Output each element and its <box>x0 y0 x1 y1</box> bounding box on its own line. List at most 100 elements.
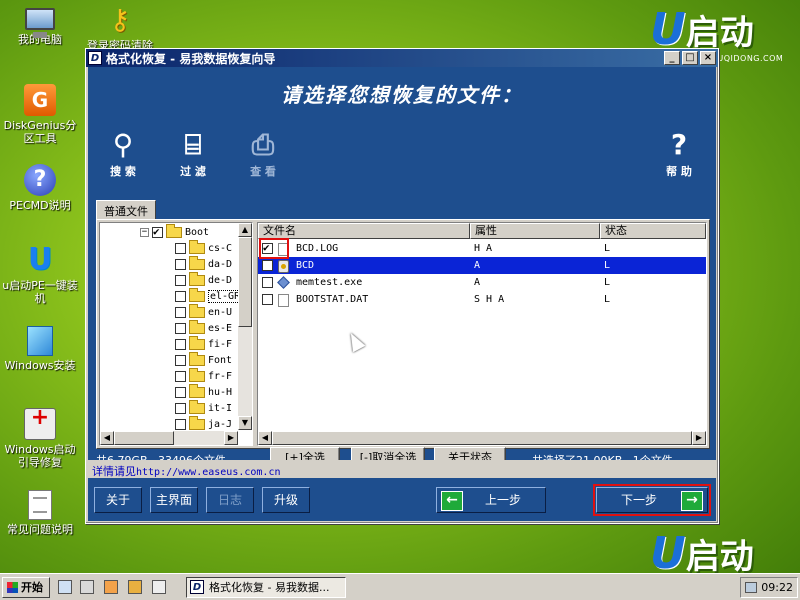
tree-horizontal-scrollbar[interactable]: ◀ ▶ <box>100 431 238 445</box>
scroll-right-icon[interactable]: ▶ <box>692 431 706 445</box>
file-panel: − Boot cs-C da-D de-D el-GR en-U es-E fi… <box>96 219 710 449</box>
file-checkbox[interactable] <box>262 277 273 288</box>
log-button[interactable]: 日志 <box>206 487 254 513</box>
tree-node[interactable]: en-U <box>175 303 232 320</box>
folder-icon <box>189 303 205 318</box>
desktop-icon-label: Windows启动引导修复 <box>4 443 76 469</box>
clock[interactable]: 09:22 <box>761 581 793 594</box>
desktop-icon-windows-setup[interactable]: Windows安装 <box>0 326 80 372</box>
network-icon[interactable] <box>745 582 757 593</box>
column-header-status[interactable]: 状态 <box>600 223 706 239</box>
collapse-icon[interactable]: − <box>140 227 149 237</box>
system-tray: 09:22 <box>740 577 798 598</box>
search-button[interactable]: ⚲ 搜 索 <box>98 127 148 179</box>
scroll-right-icon[interactable]: ▶ <box>224 431 238 445</box>
filter-button[interactable]: ⌸ 过 滤 <box>168 127 218 179</box>
desktop-icon-my-computer[interactable]: 我的电脑 <box>0 4 80 46</box>
start-button[interactable]: 开始 <box>2 577 50 598</box>
file-row[interactable]: memtest.exe A L <box>258 274 706 291</box>
scroll-left-icon[interactable]: ◀ <box>100 431 114 445</box>
tree-node[interactable]: cs-C <box>175 239 232 256</box>
desktop-icon-faq[interactable]: 常见问题说明 <box>0 490 80 536</box>
desktop-icon-pecmd[interactable]: ? PECMD说明 <box>0 164 80 212</box>
tree-node[interactable]: fi-F <box>175 335 232 352</box>
file-row[interactable]: BCD.LOG H A L <box>258 240 706 257</box>
tree-checkbox[interactable] <box>175 354 186 366</box>
tree-checkbox[interactable] <box>175 274 186 286</box>
system-file-icon <box>278 260 289 273</box>
tree-node[interactable]: ja-J <box>175 415 232 432</box>
eraser-icon[interactable] <box>152 580 166 594</box>
folder-icon <box>189 367 205 382</box>
tree-node[interactable]: fr-F <box>175 367 232 384</box>
about-button[interactable]: 关于 <box>94 487 142 513</box>
file-row[interactable]: BOOTSTAT.DAT S H A L <box>258 291 706 308</box>
scroll-thumb[interactable] <box>272 431 692 445</box>
tree-node[interactable]: hu-H <box>175 383 232 400</box>
tree-node[interactable]: da-D <box>175 255 232 272</box>
tree-checkbox[interactable] <box>175 386 186 398</box>
desktop-icon-label: 常见问题说明 <box>7 523 73 536</box>
desktop-icon-label: PECMD说明 <box>9 199 71 212</box>
disk-tool-icon[interactable] <box>128 580 142 594</box>
column-header-attr[interactable]: 属性 <box>470 223 600 239</box>
diskgenius-icon: G <box>24 84 56 116</box>
tree-checkbox[interactable] <box>175 290 186 302</box>
help-button[interactable]: ? 帮 助 <box>654 127 704 179</box>
folder-icon <box>189 287 205 302</box>
file-checkbox[interactable] <box>262 260 273 271</box>
tree-node-selected[interactable]: el-GR <box>175 287 243 304</box>
view-button[interactable]: ⎙ 查 看 <box>238 127 288 179</box>
tree-vertical-scrollbar[interactable]: ▲ ▼ <box>238 223 252 430</box>
desktop-icon-diskgenius[interactable]: G DiskGenius分区工具 <box>0 84 80 145</box>
tree-checkbox[interactable] <box>175 370 186 382</box>
scroll-left-icon[interactable]: ◀ <box>258 431 272 445</box>
arrow-left-icon: ← <box>441 491 463 511</box>
folder-tree[interactable]: − Boot cs-C da-D de-D el-GR en-U es-E fi… <box>99 222 253 446</box>
title-bar[interactable]: D 格式化恢复 - 易我数据恢复向导 _ □ × <box>86 49 718 67</box>
tree-checkbox[interactable] <box>175 338 186 350</box>
upgrade-button[interactable]: 升级 <box>262 487 310 513</box>
desktop-icon-label: DiskGenius分区工具 <box>3 119 77 145</box>
tree-checkbox[interactable] <box>175 418 186 430</box>
file-row-selected[interactable]: BCD A L <box>258 257 706 274</box>
navigation-bar: 关于 主界面 日志 升级 ← 上一步 下一步 → <box>88 478 716 521</box>
scroll-thumb[interactable] <box>114 431 174 445</box>
explorer-icon[interactable] <box>58 580 72 594</box>
window-title: 格式化恢复 - 易我数据恢复向导 <box>106 51 276 66</box>
minimize-button[interactable]: _ <box>664 51 680 65</box>
file-checkbox[interactable] <box>262 294 273 305</box>
desktop-icon-password-clear[interactable]: ⚷ 登录密码清除 <box>80 4 160 53</box>
computer-icon <box>25 8 55 38</box>
website-link[interactable]: http://www.easeus.com.cn <box>136 467 281 478</box>
next-button[interactable]: 下一步 → <box>593 484 711 516</box>
column-header-name[interactable]: 文件名 <box>258 223 470 239</box>
tree-checkbox[interactable] <box>175 242 186 254</box>
tree-node-boot[interactable]: − Boot <box>140 223 209 240</box>
file-icon <box>278 294 289 307</box>
desktop-icon-boot-repair[interactable]: Windows启动引导修复 <box>0 408 80 469</box>
file-list[interactable]: 文件名 属性 状态 BCD.LOG H A L BCD A L <box>257 222 707 446</box>
taskbar-window-button[interactable]: D 格式化恢复 - 易我数据... <box>186 577 346 598</box>
tree-node[interactable]: it-I <box>175 399 232 416</box>
tree-checkbox[interactable] <box>175 306 186 318</box>
scroll-up-icon[interactable]: ▲ <box>238 223 252 237</box>
scroll-down-icon[interactable]: ▼ <box>238 416 252 430</box>
maximize-button[interactable]: □ <box>682 51 698 65</box>
tree-checkbox[interactable] <box>175 258 186 270</box>
folder-icon[interactable] <box>104 580 118 594</box>
desktop-icon-u-install[interactable]: U u启动PE一键装机 <box>0 244 80 306</box>
close-button[interactable]: × <box>700 51 716 65</box>
tree-checkbox[interactable] <box>175 322 186 334</box>
tree-node[interactable]: es-E <box>175 319 232 336</box>
tree-checkbox[interactable] <box>175 402 186 414</box>
tree-node[interactable]: de-D <box>175 271 232 288</box>
tree-node[interactable]: Font <box>175 351 232 368</box>
scroll-thumb[interactable] <box>238 237 252 327</box>
info-link-bar: 详情请见http://www.easeus.com.cn <box>88 460 716 478</box>
list-horizontal-scrollbar[interactable]: ◀ ▶ <box>258 431 706 445</box>
printer-icon[interactable] <box>80 580 94 594</box>
back-button[interactable]: ← 上一步 <box>436 487 546 513</box>
tree-checkbox[interactable] <box>152 225 163 238</box>
main-menu-button[interactable]: 主界面 <box>150 487 198 513</box>
